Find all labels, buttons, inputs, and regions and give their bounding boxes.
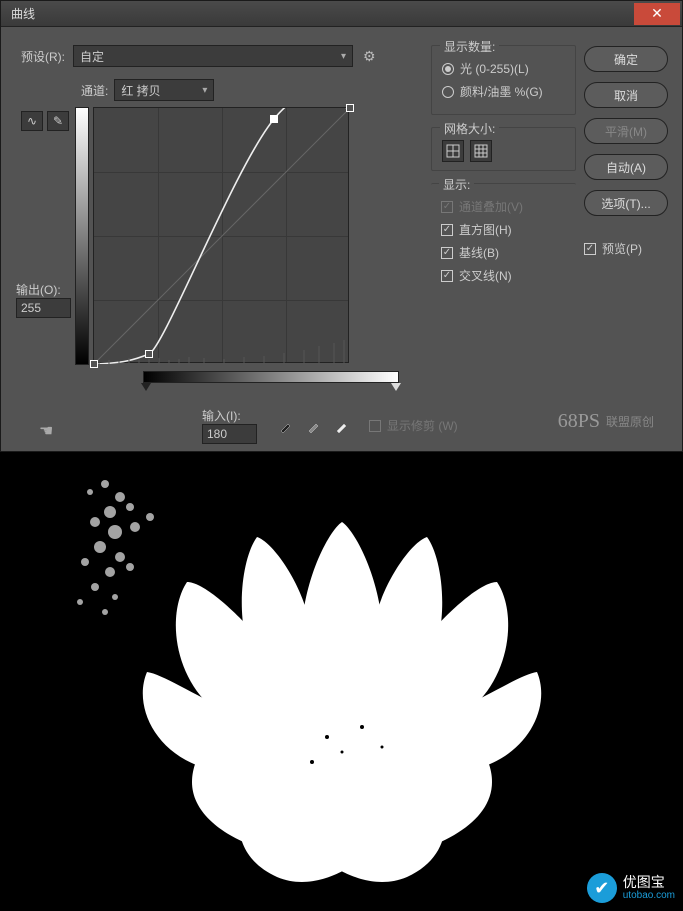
- output-input[interactable]: [16, 298, 71, 318]
- channel-value: 红 拷贝: [121, 82, 160, 99]
- display-amount-group: 显示数量: 光 (0-255)(L) 颜料/油墨 %(G): [431, 45, 576, 115]
- grid-size-legend: 网格大小:: [440, 120, 499, 137]
- watermark-text: 联盟原创: [606, 413, 654, 430]
- histogram-checkbox[interactable]: [441, 224, 453, 236]
- curve-point-selected[interactable]: [270, 115, 278, 123]
- ok-button[interactable]: 确定: [584, 46, 668, 72]
- output-gradient: [75, 107, 89, 365]
- overlay-label: 通道叠加(V): [459, 198, 523, 215]
- channel-dropdown[interactable]: 红 拷贝 ▾: [114, 79, 214, 101]
- hand-icon[interactable]: ☚: [39, 421, 53, 441]
- utobao-icon: ✔: [587, 873, 617, 903]
- preview-image: ✔ 优图宝 utobao.com: [0, 452, 683, 911]
- pencil-tool-button[interactable]: ✎: [47, 111, 69, 131]
- grid-small-button[interactable]: [442, 140, 464, 162]
- preview-label: 预览(P): [602, 240, 642, 257]
- clipping-label: 显示修剪 (W): [387, 417, 458, 434]
- curve-point[interactable]: [346, 104, 354, 112]
- watermark-68ps: 68PS 联盟原创: [558, 410, 654, 433]
- input-label: 输入(I):: [202, 407, 257, 424]
- lotus-shape: [82, 462, 602, 902]
- white-slider[interactable]: [391, 383, 401, 391]
- preset-value: 自定: [80, 48, 104, 65]
- baseline-label: 基线(B): [459, 244, 499, 261]
- white-eyedropper-icon[interactable]: [333, 417, 351, 435]
- watermark-logo: 68PS: [558, 410, 600, 433]
- clipping-checkbox: [369, 420, 381, 432]
- auto-button[interactable]: 自动(A): [584, 154, 668, 180]
- pigment-radio[interactable]: [442, 86, 454, 98]
- smooth-button: 平滑(M): [584, 118, 668, 144]
- channel-label: 通道:: [81, 82, 108, 99]
- chevron-down-icon: ▾: [341, 51, 346, 62]
- gray-eyedropper-icon[interactable]: [305, 417, 323, 435]
- grid-large-button[interactable]: [470, 140, 492, 162]
- curve-tool-button[interactable]: ∿: [21, 111, 43, 131]
- show-legend: 显示:: [439, 176, 474, 193]
- watermark-utobao: ✔ 优图宝 utobao.com: [587, 873, 675, 903]
- show-group: 显示: 通道叠加(V) 直方图(H) 基线(B) 交叉线(N): [431, 183, 576, 284]
- close-button[interactable]: ✕: [634, 3, 680, 25]
- cancel-button[interactable]: 取消: [584, 82, 668, 108]
- overlay-checkbox: [441, 201, 453, 213]
- display-amount-legend: 显示数量:: [440, 38, 499, 55]
- input-gradient[interactable]: [143, 371, 399, 383]
- black-eyedropper-icon[interactable]: [277, 417, 295, 435]
- curve-svg: [94, 108, 350, 364]
- chevron-down-icon: ▾: [202, 85, 207, 96]
- utobao-sub: utobao.com: [623, 890, 675, 901]
- histogram-label: 直方图(H): [459, 221, 512, 238]
- close-icon: ✕: [651, 5, 663, 22]
- curve-graph[interactable]: [93, 107, 349, 363]
- preview-checkbox[interactable]: [584, 243, 596, 255]
- input-input[interactable]: [202, 424, 257, 444]
- gear-icon[interactable]: ⚙: [363, 48, 376, 65]
- light-label: 光 (0-255)(L): [460, 60, 529, 77]
- curve-point[interactable]: [90, 360, 98, 368]
- curve-point[interactable]: [145, 350, 153, 358]
- black-slider[interactable]: [141, 383, 151, 391]
- output-label: 输出(O):: [16, 281, 76, 298]
- curves-dialog: 曲线 ✕ 预设(R): 自定 ▾ ⚙ 通道: 红 拷贝 ▾ ∿: [0, 0, 683, 452]
- intersection-label: 交叉线(N): [459, 267, 512, 284]
- intersection-checkbox[interactable]: [441, 270, 453, 282]
- light-radio[interactable]: [442, 63, 454, 75]
- preset-label: 预设(R):: [21, 48, 65, 65]
- options-button[interactable]: 选项(T)...: [584, 190, 668, 216]
- pigment-label: 颜料/油墨 %(G): [460, 83, 543, 100]
- titlebar[interactable]: 曲线 ✕: [1, 1, 682, 27]
- utobao-text: 优图宝: [623, 875, 675, 890]
- preset-dropdown[interactable]: 自定 ▾: [73, 45, 353, 67]
- baseline-checkbox[interactable]: [441, 247, 453, 259]
- window-title: 曲线: [11, 5, 634, 22]
- grid-size-group: 网格大小:: [431, 127, 576, 171]
